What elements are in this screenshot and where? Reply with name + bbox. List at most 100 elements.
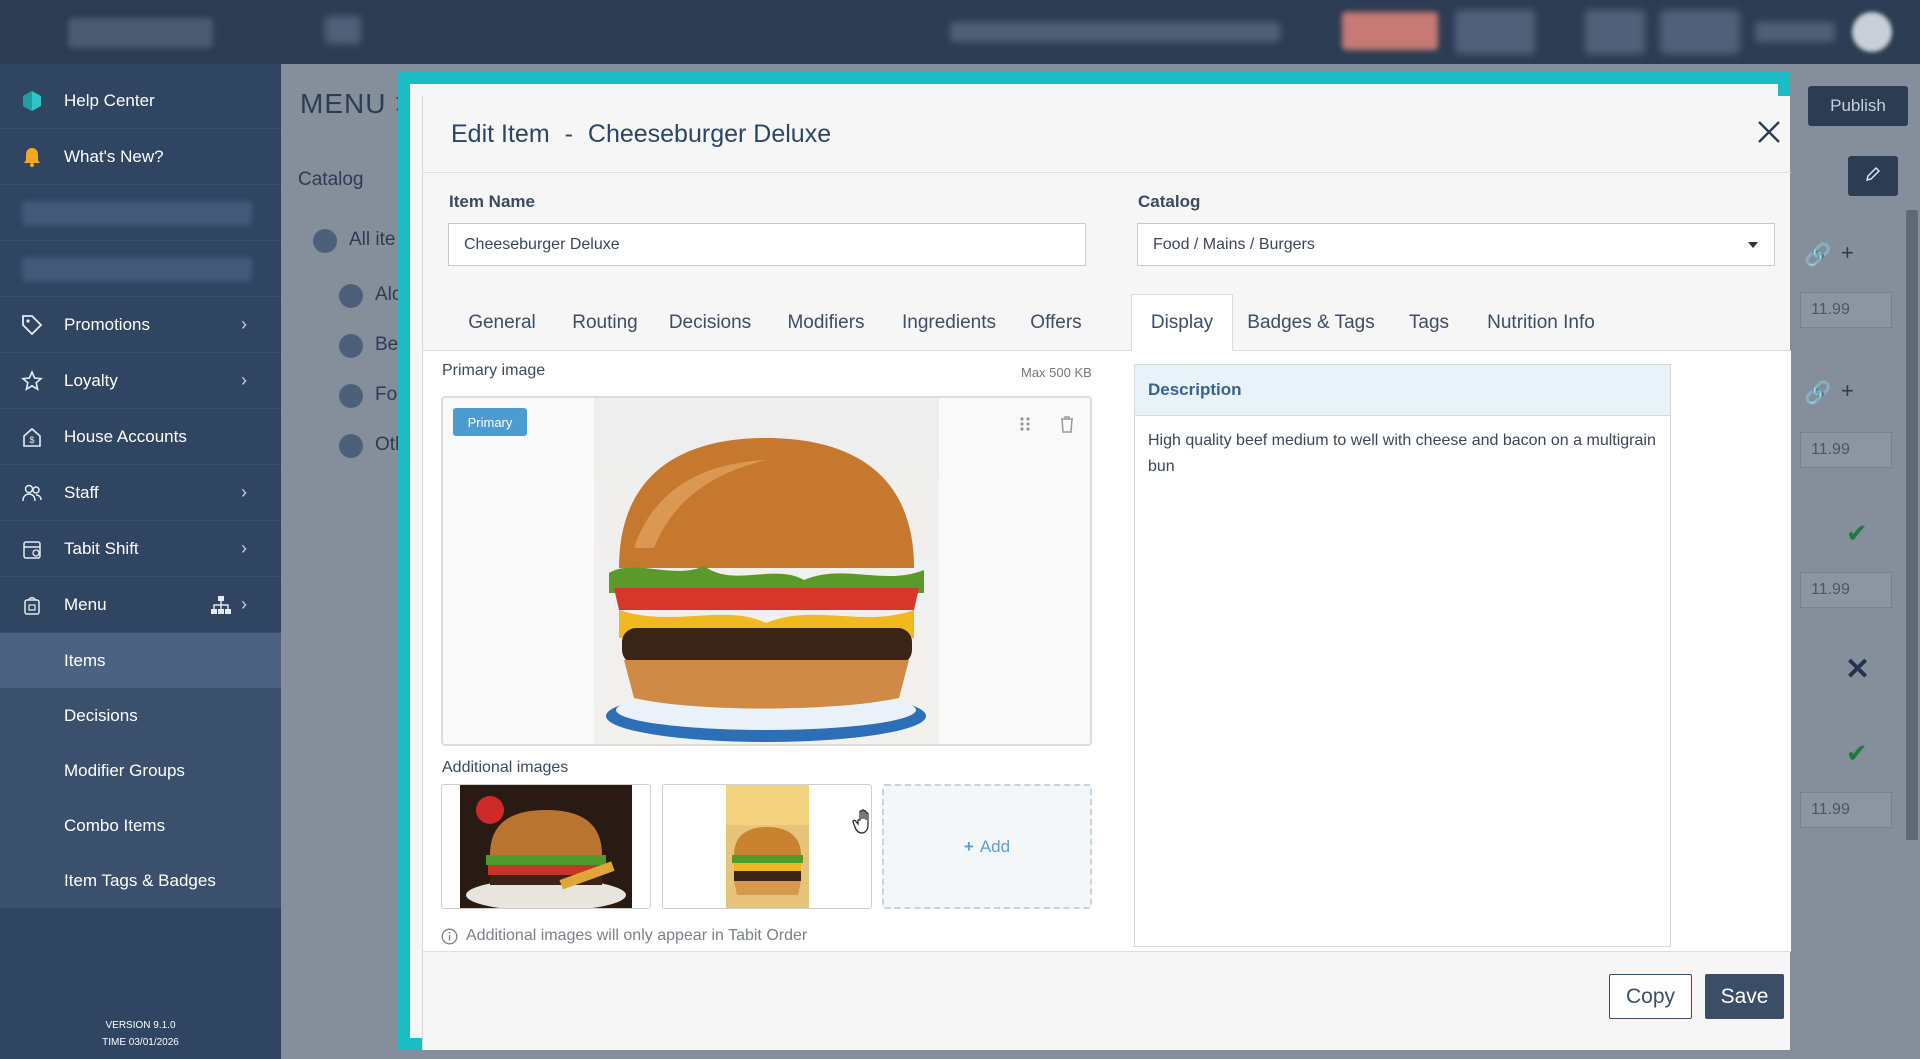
- tab-display[interactable]: Display: [1131, 294, 1233, 352]
- fullscreen-icon[interactable]: [1660, 10, 1740, 54]
- tree-node[interactable]: Be: [375, 334, 398, 356]
- close-button[interactable]: [1751, 116, 1787, 152]
- link-icon[interactable]: 🔗: [1804, 380, 1831, 406]
- sidebar-item-label: Promotions: [64, 314, 150, 334]
- drag-handle-icon[interactable]: [1015, 414, 1035, 434]
- trash-icon[interactable]: [1057, 414, 1077, 434]
- sidebar-item-label: Loyalty: [64, 370, 118, 390]
- sidebar-item-tabit-shift[interactable]: Tabit Shift ›: [0, 521, 281, 577]
- sidebar-item-menu[interactable]: Menu ›: [0, 577, 281, 633]
- sidebar-item-promotions[interactable]: Promotions ›: [0, 297, 281, 353]
- price-field[interactable]: 11.99: [1800, 572, 1892, 608]
- save-button[interactable]: Save: [1705, 974, 1784, 1019]
- plus-icon[interactable]: +: [1841, 378, 1854, 404]
- chevron-right-icon: ›: [241, 594, 247, 614]
- modal-title: Edit Item - Cheeseburger Deluxe: [451, 120, 831, 149]
- tab-nutrition-info[interactable]: Nutrition Info: [1469, 294, 1613, 351]
- catalog-select[interactable]: Food / Mains / Burgers: [1137, 223, 1775, 266]
- modal-title-text: Edit Item: [451, 120, 550, 148]
- sidebar-item-help-center[interactable]: Help Center: [0, 73, 281, 129]
- x-icon: ✕: [1845, 653, 1871, 686]
- tab-routing[interactable]: Routing: [557, 294, 653, 351]
- caret-down-icon: [1748, 242, 1758, 248]
- sidebar-item-whats-new[interactable]: What's New?: [0, 129, 281, 185]
- sidebar-subitem-combo-items[interactable]: Combo Items: [0, 798, 281, 853]
- item-name-label: Item Name: [449, 192, 535, 211]
- sidebar-item-house-accounts[interactable]: $ House Accounts: [0, 409, 281, 465]
- tree-node-all-items[interactable]: All ite: [349, 229, 395, 251]
- tab-offers[interactable]: Offers: [1013, 294, 1099, 351]
- hand-cursor-icon: [852, 808, 876, 836]
- tab-general[interactable]: General: [447, 294, 557, 351]
- description-panel: Description High quality beef medium to …: [1134, 364, 1671, 947]
- sidebar-item-staff[interactable]: Staff ›: [0, 465, 281, 521]
- tag-icon: [0, 314, 64, 336]
- chevron-right-icon: ›: [241, 314, 247, 334]
- bell-icon: [0, 146, 64, 168]
- catalog-select-value: Food / Mains / Burgers: [1153, 235, 1315, 253]
- check-icon: ✔: [1846, 738, 1868, 768]
- calendar-icon: [0, 538, 64, 560]
- sidebar-item-label: Menu: [64, 594, 107, 614]
- tree-expand-icon[interactable]: [339, 284, 363, 308]
- close-icon: [1757, 120, 1781, 149]
- add-image-label: Add: [979, 836, 1011, 856]
- item-name-input[interactable]: Cheeseburger Deluxe: [448, 223, 1086, 266]
- primary-image: [594, 398, 939, 744]
- sidebar-subitem-modifier-groups[interactable]: Modifier Groups: [0, 743, 281, 798]
- max-size-note: Max 500 KB: [1021, 365, 1092, 380]
- modal-title-separator: -: [564, 120, 573, 148]
- top-bar-icon[interactable]: [325, 16, 361, 44]
- top-bar-alert-button[interactable]: [1342, 12, 1438, 50]
- sidebar-subitem-item-tags-badges[interactable]: Item Tags & Badges: [0, 853, 281, 908]
- edit-item-modal-frame: Edit Item - Cheeseburger Deluxe Item Nam…: [398, 72, 1791, 1050]
- primary-badge: Primary: [453, 408, 527, 436]
- description-header: Description: [1135, 365, 1670, 416]
- users-icon: [0, 482, 64, 504]
- tab-modifiers[interactable]: Modifiers: [767, 294, 885, 351]
- scrollbar[interactable]: [1906, 210, 1918, 840]
- primary-image-box[interactable]: Primary: [441, 396, 1092, 746]
- sidebar-item-blurred-1[interactable]: [0, 185, 281, 241]
- help-center-icon: [0, 90, 64, 112]
- description-textarea[interactable]: High quality beef medium to well with ch…: [1135, 416, 1670, 492]
- top-bar-info: [950, 22, 1280, 42]
- price-field[interactable]: 11.99: [1800, 792, 1892, 828]
- sidebar-subitem-items[interactable]: Items: [0, 633, 281, 688]
- user-name: [1755, 22, 1835, 42]
- edit-button[interactable]: [1848, 156, 1898, 196]
- link-icon[interactable]: 🔗: [1804, 242, 1831, 268]
- page-title: MENU >: [300, 88, 413, 119]
- tab-tags[interactable]: Tags: [1389, 294, 1469, 351]
- sitemap-icon[interactable]: [201, 595, 241, 615]
- tree-expand-icon[interactable]: [339, 334, 363, 358]
- star-icon: [0, 369, 64, 392]
- sidebar: Help Center What's New? Promotions › Loy…: [0, 64, 281, 1059]
- sidebar-item-label: Help Center: [64, 90, 155, 110]
- price-field[interactable]: 11.99: [1800, 292, 1892, 328]
- additional-image-thumb[interactable]: [441, 784, 651, 909]
- avatar[interactable]: [1852, 12, 1892, 52]
- sidebar-subitem-decisions[interactable]: Decisions: [0, 688, 281, 743]
- tree-collapse-icon[interactable]: [313, 229, 337, 253]
- pending-orders-icon[interactable]: [1455, 10, 1535, 54]
- sidebar-item-label: Tabit Shift: [64, 538, 139, 558]
- add-image-button[interactable]: + Add: [882, 784, 1092, 909]
- sidebar-item-blurred-2[interactable]: [0, 241, 281, 297]
- plus-icon[interactable]: +: [1841, 240, 1854, 266]
- tree-expand-icon[interactable]: [339, 434, 363, 458]
- sidebar-item-label: Staff: [64, 482, 99, 502]
- additional-image-thumb[interactable]: [662, 784, 872, 909]
- tab-decisions[interactable]: Decisions: [653, 294, 767, 351]
- tab-bar: General Routing Decisions Modifiers Ingr…: [423, 294, 1791, 352]
- tree-expand-icon[interactable]: [339, 384, 363, 408]
- display-tab-content: Primary image Max 500 KB Primary Additio…: [423, 351, 1791, 951]
- sidebar-item-loyalty[interactable]: Loyalty ›: [0, 353, 281, 409]
- price-field[interactable]: 11.99: [1800, 432, 1892, 468]
- tab-ingredients[interactable]: Ingredients: [885, 294, 1013, 351]
- tab-badges-tags[interactable]: Badges & Tags: [1233, 294, 1389, 351]
- publish-button[interactable]: Publish: [1808, 86, 1908, 126]
- copy-button[interactable]: Copy: [1609, 974, 1692, 1019]
- menu-bag-icon: [0, 594, 64, 616]
- refresh-icon[interactable]: [1585, 10, 1645, 54]
